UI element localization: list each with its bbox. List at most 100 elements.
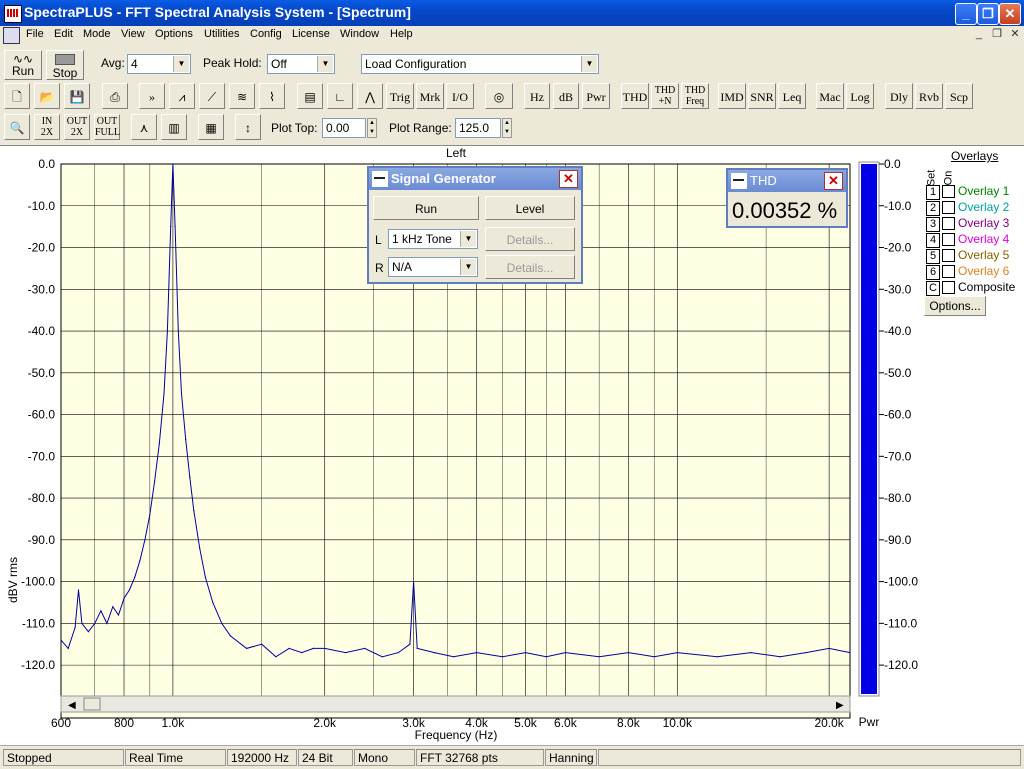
scroll-thumb[interactable] <box>83 697 101 711</box>
x-tick-label: 20.0k <box>814 716 844 730</box>
signal-generator-icon[interactable]: ◎ <box>485 83 513 109</box>
io-button[interactable]: I/O <box>446 83 474 109</box>
menu-mode[interactable]: Mode <box>83 28 111 40</box>
overlay-set-button[interactable]: C <box>926 281 940 296</box>
document-icon[interactable] <box>3 27 20 44</box>
siggen-level-button[interactable]: Level <box>485 196 575 220</box>
app-icon[interactable] <box>4 5 22 23</box>
left-details-button[interactable]: Details... <box>485 227 575 251</box>
h-scrollbar[interactable] <box>60 695 851 713</box>
left-signal-select[interactable]: 1 kHz Tone ▼ <box>388 229 478 249</box>
ramp-icon[interactable]: ⟋ <box>199 83 225 109</box>
axes-icon[interactable]: ∟ <box>327 83 353 109</box>
dly-button[interactable]: Dly <box>885 83 913 109</box>
overlay-checkbox[interactable] <box>942 185 955 198</box>
print-icon[interactable]: ⎙ <box>102 83 128 109</box>
magnifier-icon[interactable]: 🔍 <box>4 114 30 140</box>
zoom-out-2x-button[interactable]: OUT 2X <box>64 114 90 140</box>
vertical-range-icon[interactable]: ↕ <box>235 114 261 140</box>
plot-top-spinner[interactable]: ▲ ▼ <box>367 118 377 138</box>
spectrum-icon[interactable]: ⩘ <box>169 83 195 109</box>
db-button[interactable]: dB <box>553 83 579 109</box>
peak-icon[interactable]: ⋀ <box>357 83 383 109</box>
pwr-button[interactable]: Pwr <box>582 83 610 109</box>
run-button[interactable]: ∿∿ Run <box>4 50 42 80</box>
thd-button[interactable]: THD <box>621 83 649 109</box>
avg-select[interactable]: 4 ▼ <box>127 54 191 74</box>
rvb-button[interactable]: Rvb <box>915 83 943 109</box>
peakhold-select[interactable]: Off ▼ <box>267 54 335 74</box>
mrk-button[interactable]: Mrk <box>416 83 444 109</box>
zoom-out-full-button[interactable]: OUT FULL <box>94 114 120 140</box>
thd-titlebar[interactable]: THD ✕ <box>728 170 846 192</box>
overlay-checkbox[interactable] <box>942 281 955 294</box>
overlay-checkbox[interactable] <box>942 249 955 262</box>
save-icon[interactable]: 💾 <box>64 83 90 109</box>
close-icon[interactable]: ✕ <box>559 170 578 188</box>
signal-generator-title: Signal Generator <box>391 171 496 186</box>
thd-freq-button[interactable]: THD Freq <box>681 83 709 109</box>
fast-forward-icon[interactable]: » <box>139 83 165 109</box>
data-point <box>177 330 179 332</box>
menu-license[interactable]: License <box>292 28 330 40</box>
3d-surface-icon[interactable]: ⌇ <box>259 83 285 109</box>
overlay-checkbox[interactable] <box>942 201 955 214</box>
plot-top-input[interactable]: 0.00 <box>322 118 366 138</box>
imd-button[interactable]: IMD <box>718 83 746 109</box>
mdi-restore-icon[interactable]: ❐ <box>990 28 1004 41</box>
plot-range-input[interactable]: 125.0 <box>455 118 501 138</box>
mdi-minimize-icon[interactable]: _ <box>972 28 986 41</box>
data-point <box>501 656 503 658</box>
overlay-set-button[interactable]: 2 <box>926 201 940 216</box>
zoom-in-2x-button[interactable]: IN 2X <box>34 114 60 140</box>
siggen-run-button[interactable]: Run <box>373 196 479 220</box>
data-point <box>564 652 567 654</box>
mac-button[interactable]: Mac <box>816 83 844 109</box>
overlay-set-button[interactable]: 1 <box>926 185 940 200</box>
right-details-button[interactable]: Details... <box>485 255 575 279</box>
leq-button[interactable]: Leq <box>778 83 806 109</box>
restore-button[interactable]: ❐ <box>977 3 999 25</box>
scroll-left-icon[interactable]: ◀ <box>68 700 76 711</box>
minimize-button[interactable]: _ <box>955 3 977 25</box>
table-view-icon[interactable]: ▦ <box>198 114 224 140</box>
overlay-checkbox[interactable] <box>942 217 955 230</box>
stop-button[interactable]: Stop <box>46 50 84 80</box>
overlay-options-button[interactable]: Options... <box>924 296 986 316</box>
close-icon[interactable]: ✕ <box>824 172 843 190</box>
overlay-checkbox[interactable] <box>942 265 955 278</box>
waterfall-icon[interactable]: ≋ <box>229 83 255 109</box>
bar-plot-icon[interactable]: ▥ <box>161 114 187 140</box>
scroll-right-icon[interactable]: ▶ <box>836 700 844 711</box>
new-file-icon[interactable]: 🗋 <box>4 83 30 109</box>
overlay-checkbox[interactable] <box>942 233 955 246</box>
menu-window[interactable]: Window <box>340 28 379 40</box>
close-button[interactable]: ✕ <box>999 3 1021 25</box>
trig-button[interactable]: Trig <box>386 83 414 109</box>
plot-range-spinner[interactable]: ▲ ▼ <box>502 118 512 138</box>
snr-button[interactable]: SNR <box>748 83 776 109</box>
log-button[interactable]: Log <box>846 83 874 109</box>
overlay-set-button[interactable]: 5 <box>926 249 940 264</box>
overlay-set-button[interactable]: 3 <box>926 217 940 232</box>
line-plot-icon[interactable]: ⋏ <box>131 114 157 140</box>
scp-button[interactable]: Scp <box>945 83 973 109</box>
right-signal-select[interactable]: N/A ▼ <box>388 257 478 277</box>
open-folder-icon[interactable]: 📂 <box>34 83 60 109</box>
menu-view[interactable]: View <box>121 28 145 40</box>
menu-edit[interactable]: Edit <box>54 28 73 40</box>
menu-file[interactable]: File <box>26 28 44 40</box>
peakhold-label: Peak Hold: <box>203 56 262 70</box>
grid-table-icon[interactable]: ▤ <box>297 83 323 109</box>
menu-utilities[interactable]: Utilities <box>204 28 239 40</box>
menu-config[interactable]: Config <box>250 28 282 40</box>
menu-options[interactable]: Options <box>155 28 193 40</box>
mdi-close-icon[interactable]: ✕ <box>1008 28 1022 41</box>
overlay-set-button[interactable]: 6 <box>926 265 940 280</box>
hz-button[interactable]: Hz <box>524 83 550 109</box>
signal-generator-titlebar[interactable]: Signal Generator ✕ <box>369 168 581 190</box>
config-select[interactable]: Load Configuration ▼ <box>361 54 599 74</box>
overlay-set-button[interactable]: 4 <box>926 233 940 248</box>
menu-help[interactable]: Help <box>390 28 413 40</box>
thdn-button[interactable]: THD +N <box>651 83 679 109</box>
